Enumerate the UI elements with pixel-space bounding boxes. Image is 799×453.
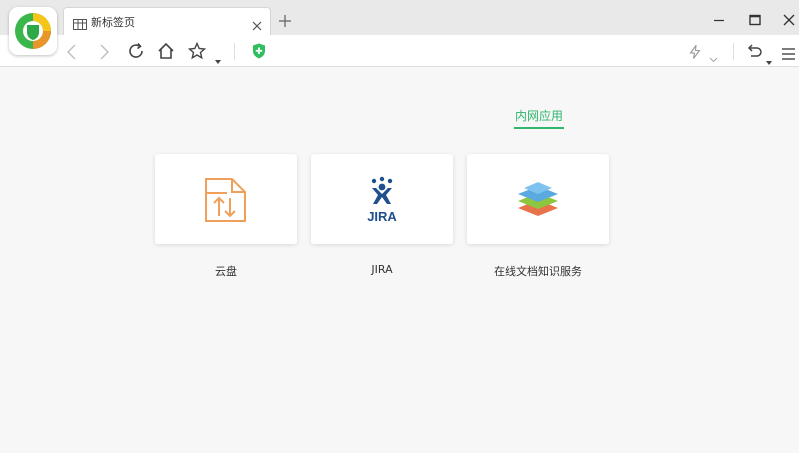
toolbar-divider	[234, 43, 235, 60]
browser-logo-icon	[15, 13, 51, 49]
reload-button[interactable]	[127, 42, 145, 64]
favorites-dropdown[interactable]	[215, 49, 221, 68]
home-icon	[158, 42, 174, 59]
app-label-online-docs[interactable]: 在线文档知识服务	[467, 263, 609, 279]
new-tab-button[interactable]	[278, 13, 292, 32]
browser-logo[interactable]	[9, 7, 57, 55]
undo-dropdown[interactable]	[766, 50, 772, 69]
maximize-button[interactable]	[749, 11, 761, 30]
undo-close-button[interactable]	[746, 43, 762, 63]
jira-icon: JIRA	[367, 176, 397, 224]
tab-new-tab[interactable]: 新标签页	[63, 7, 271, 35]
app-label-cloud-drive[interactable]: 云盘	[155, 263, 297, 279]
app-card-jira[interactable]: JIRA	[311, 154, 453, 244]
chevron-left-icon	[66, 44, 76, 60]
tab-title: 新标签页	[91, 16, 135, 29]
tab-intranet-apps[interactable]: 内网应用	[506, 107, 572, 124]
back-button[interactable]	[66, 44, 78, 64]
app-label-jira[interactable]: JIRA	[311, 263, 453, 276]
security-shield-button[interactable]	[252, 43, 266, 63]
close-window-button[interactable]	[783, 11, 795, 30]
chevron-right-icon	[100, 44, 110, 60]
lightning-icon	[689, 43, 701, 59]
speed-mode-dropdown[interactable]	[709, 48, 718, 67]
undo-icon	[747, 44, 762, 57]
active-tab-indicator	[514, 127, 564, 129]
favorites-button[interactable]	[187, 41, 208, 64]
menu-button[interactable]	[782, 45, 795, 64]
chevron-down-icon	[709, 57, 718, 63]
home-button[interactable]	[157, 42, 175, 64]
toolbar-divider	[733, 43, 734, 60]
reload-icon	[129, 42, 143, 58]
grid-icon	[73, 15, 87, 34]
hamburger-menu-icon	[782, 48, 795, 60]
caret-down-icon	[215, 60, 221, 64]
caret-down-icon	[766, 61, 772, 65]
star-icon	[187, 41, 207, 60]
speed-mode-button[interactable]	[689, 43, 701, 63]
app-card-online-docs[interactable]	[467, 154, 609, 244]
cloud-drive-icon	[205, 178, 246, 222]
title-bar: 新标签页	[0, 0, 799, 35]
forward-button[interactable]	[98, 44, 110, 64]
shield-icon	[253, 43, 265, 59]
close-tab-icon[interactable]	[252, 16, 262, 35]
app-card-cloud-drive[interactable]	[155, 154, 297, 244]
layers-icon	[518, 182, 558, 216]
jira-logo-text: JIRA	[367, 209, 397, 224]
minimize-button[interactable]	[713, 11, 725, 30]
toolbar	[0, 35, 799, 67]
